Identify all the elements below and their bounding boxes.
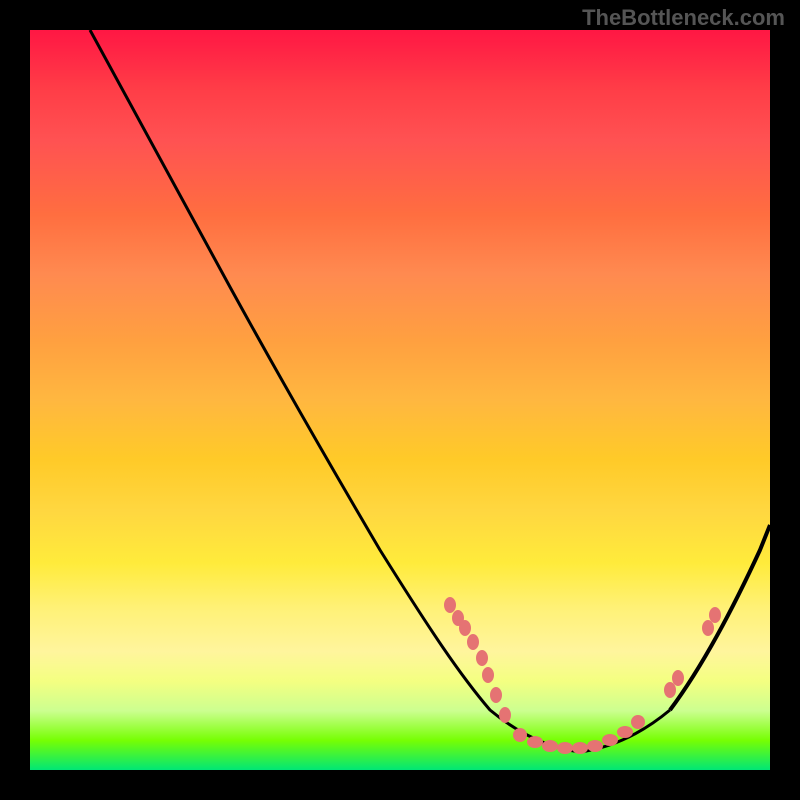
data-point <box>631 715 645 729</box>
data-point <box>709 607 721 623</box>
chart-svg <box>30 30 770 770</box>
data-point <box>527 736 543 748</box>
data-point <box>617 726 633 738</box>
data-point <box>572 742 588 754</box>
watermark-text: TheBottleneck.com <box>582 5 785 31</box>
chart-plot-area <box>30 30 770 770</box>
data-point <box>587 740 603 752</box>
data-point <box>513 728 527 742</box>
data-point <box>542 740 558 752</box>
data-point <box>672 670 684 686</box>
data-point <box>664 682 676 698</box>
bottleneck-curve-left <box>90 30 670 752</box>
data-point <box>476 650 488 666</box>
data-point <box>702 620 714 636</box>
data-point <box>459 620 471 636</box>
data-point <box>499 707 511 723</box>
data-point <box>602 734 618 746</box>
data-point <box>557 742 573 754</box>
data-point <box>482 667 494 683</box>
data-point <box>467 634 479 650</box>
data-point <box>444 597 456 613</box>
data-point <box>490 687 502 703</box>
